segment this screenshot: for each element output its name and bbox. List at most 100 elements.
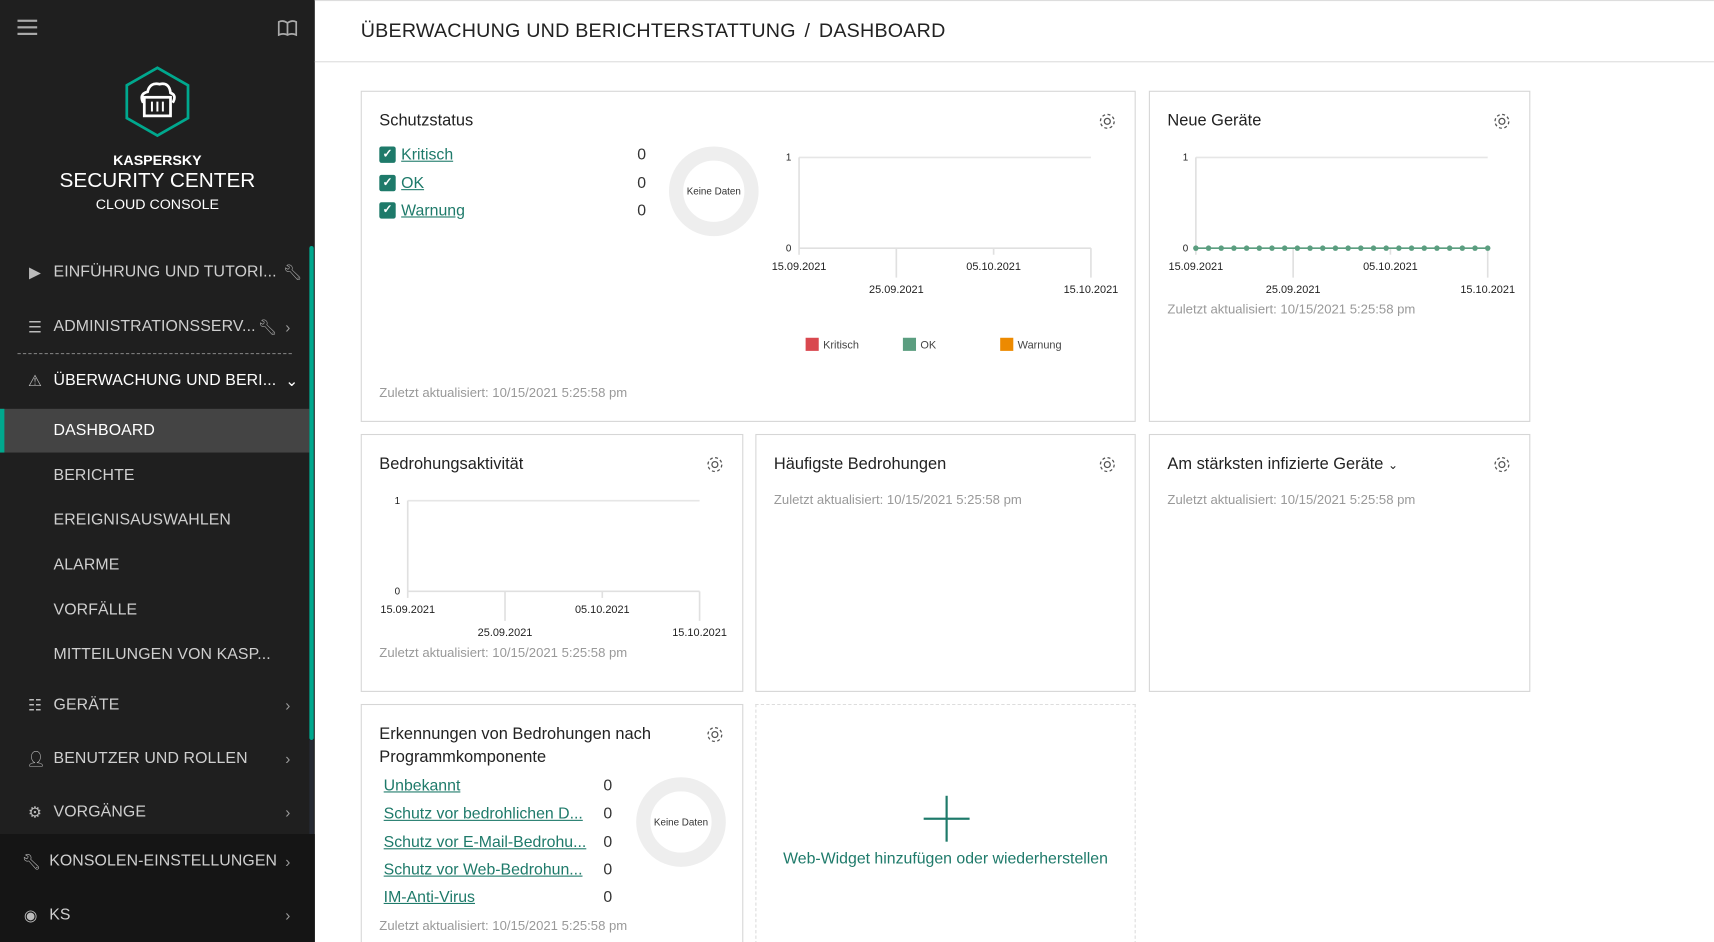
device-tree-icon: ☷ [26,696,43,713]
menu-item-vorfaelle[interactable]: VORFÄLLE [0,588,309,632]
x-tick-label: 25.09.2021 [1266,284,1321,296]
value-ok: 0 [637,175,646,192]
x-tick-label: 25.09.2021 [478,627,533,639]
value: 0 [603,806,612,823]
x-tick-label: 05.10.2021 [1363,261,1418,273]
breadcrumb: ÜBERWACHUNG UND BERICHTERSTATTUNG/DASHBO… [361,20,955,43]
menu-item-ereignisauswahlen[interactable]: EREIGNISAUSWAHLEN [0,498,309,542]
x-tick-label: 15.09.2021 [772,261,827,273]
chevron-right-icon: › [285,906,290,923]
data-point [1257,245,1262,250]
menu-label: GERÄTE [54,696,120,713]
menu-item-berichte[interactable]: BERICHTE [0,454,309,498]
widget-neue-geraete: Neue Geräte 0115.09.202125.09.202105.10.… [1149,91,1530,422]
widget-title-dropdown[interactable]: Am stärksten infizierte Geräte ⌄ [1167,453,1398,478]
wrench-icon[interactable]: 🔧︎ [283,263,303,282]
page-header: ÜBERWACHUNG UND BERICHTERSTATTUNG/DASHBO… [315,0,1714,62]
x-tick-label: 15.10.2021 [1460,284,1515,296]
last-updated: Zuletzt aktualisiert: 10/15/2021 5:25:58… [379,645,627,660]
link-schutz-email[interactable]: Schutz vor E-Mail-Bedrohu... [384,834,587,851]
menu-item-vorgaenge[interactable]: ⚙VORGÄNGE› [0,790,309,834]
menu-item-konsolen-einstellungen[interactable]: 🔧︎KONSOLEN-EINSTELLUNGEN› [0,840,309,884]
widget-title: Erkennungen von Bedrohungen nachProgramm… [379,723,651,769]
last-updated: Zuletzt aktualisiert: 10/15/2021 5:25:58… [1167,492,1415,507]
widget-infizierte-geraete: Am stärksten infizierte Geräte ⌄ Zuletzt… [1149,434,1530,692]
data-point [1383,245,1388,250]
link-unbekannt[interactable]: Unbekannt [384,777,461,794]
donut-chart-empty: Keine Daten [636,777,726,867]
book-icon[interactable] [278,20,298,36]
menu-label: VORGÄNGE [54,803,146,820]
kaspersky-logo: KASPERSKY SECURITY CENTER CLOUD CONSOLE [0,66,315,212]
widget-schutzstatus: Schutzstatus ✓ Kritisch 0 ✓ OK 0 ✓ Warnu… [361,91,1136,422]
menu-item-benutzer[interactable]: 👤︎BENUTZER UND ROLLEN› [0,737,309,781]
link-warnung[interactable]: Warnung [401,202,465,219]
menu-item-account[interactable]: ◉KS› [0,893,309,937]
menu-label: EREIGNISAUSWAHLEN [54,512,231,529]
link-schutz-web[interactable]: Schutz vor Web-Bedrohun... [384,861,583,878]
value: 0 [603,889,612,906]
menu-item-alarme[interactable]: ALARME [0,543,309,587]
no-data-label: Keine Daten [687,186,741,197]
widget-title: Häufigste Bedrohungen [774,453,946,476]
menu-label: ALARME [54,556,120,573]
menu-label: KONSOLEN-EINSTELLUNGEN [49,853,277,870]
legend-label: Warnung [1018,340,1062,352]
data-point [1422,245,1427,250]
data-point [1333,245,1338,250]
brand-line-2: SECURITY CENTER [0,169,315,193]
data-point [1320,245,1325,250]
play-icon: ▶ [26,263,43,280]
last-updated: Zuletzt aktualisiert: 10/15/2021 5:25:58… [774,492,1022,507]
link-kritisch[interactable]: Kritisch [401,146,453,163]
legend-swatch [903,338,916,351]
data-point [1472,245,1477,250]
data-point [1282,245,1287,250]
chart-neue-geraete: 0115.09.202125.09.202105.10.202115.10.20… [1150,92,1531,311]
link-schutz-dateien[interactable]: Schutz vor bedrohlichen D... [384,806,583,823]
menu-item-dashboard[interactable]: DASHBOARD [0,409,309,453]
data-point [1396,245,1401,250]
checkbox-kritisch[interactable]: ✓ [379,146,395,162]
gear-icon[interactable] [705,725,725,745]
menu-item-admin-server[interactable]: ☰ADMINISTRATIONSSERV...🔧︎› [0,305,309,349]
breadcrumb-section[interactable]: ÜBERWACHUNG UND BERICHTERSTATTUNG [361,20,796,42]
add-widget-button[interactable]: Web-Widget hinzufügen oder wiederherstel… [755,704,1135,942]
menu-item-mitteilungen[interactable]: MITTEILUNGEN VON KASP... [0,633,309,677]
hamburger-menu-icon[interactable] [17,20,37,35]
link-ok[interactable]: OK [401,175,424,192]
gear-icon[interactable] [1492,455,1512,475]
breadcrumb-page: DASHBOARD [819,20,946,42]
cloud-hexagon-logo-icon [124,66,192,138]
last-updated: Zuletzt aktualisiert: 10/15/2021 5:25:58… [1167,302,1415,317]
brand-line-1: KASPERSKY [0,152,315,168]
widget-haeufigste-bedrohungen: Häufigste Bedrohungen Zuletzt aktualisie… [755,434,1135,692]
checkbox-ok[interactable]: ✓ [379,175,395,191]
menu-item-monitoring[interactable]: ⚠ÜBERWACHUNG UND BERI...⌄ [0,359,309,403]
x-tick-label: 15.10.2021 [1064,284,1119,296]
x-tick-label: 15.09.2021 [380,604,435,616]
legend-swatch [806,338,819,351]
value: 0 [603,777,612,794]
sidebar-scrollbar-thumb[interactable] [309,246,313,740]
data-point [1231,245,1236,250]
link-im-anti-virus[interactable]: IM-Anti-Virus [384,889,475,906]
value: 0 [603,834,612,851]
gear-icon[interactable] [1097,455,1117,475]
chevron-right-icon: › [285,318,290,335]
checkbox-warnung[interactable]: ✓ [379,202,395,218]
user-icon: 👤︎ [26,750,43,767]
wrench-icon[interactable]: 🔧︎ [258,318,278,337]
chevron-down-icon: ⌄ [285,371,298,390]
x-tick-label: 15.09.2021 [1169,261,1224,273]
data-point [1295,245,1300,250]
server-icon: ☰ [26,318,43,335]
menu-item-geraete[interactable]: ☷ GERÄTE › [0,683,309,727]
y-tick-label: 1 [395,496,400,507]
sidebar-scrollbar-track[interactable] [309,740,313,834]
chevron-right-icon: › [285,696,290,713]
menu-item-tutorials[interactable]: ▶EINFÜHRUNG UND TUTORI...🔧︎ [0,250,309,294]
menu-label: KS [49,906,70,923]
warning-icon: ⚠ [26,372,43,389]
y-tick-label: 1 [1183,153,1188,164]
